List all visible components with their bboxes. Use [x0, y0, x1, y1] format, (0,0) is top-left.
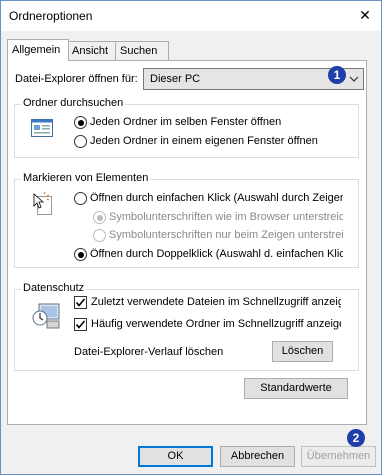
browse-folders-title: Ordner durchsuchen	[21, 97, 126, 109]
recent-files-label: Zuletzt verwendete Dateien im Schnellzug…	[91, 296, 341, 308]
browse-folders-group: Ordner durchsuchen	[14, 97, 359, 158]
single-click-label: Öffnen durch einfachen Klick (Auswahl du…	[90, 192, 343, 204]
checkbox-recent-files[interactable]	[74, 296, 87, 309]
apply-button[interactable]: Übernehmen	[301, 446, 376, 467]
restore-defaults-button[interactable]: Standardwerte	[244, 378, 348, 399]
underline-hover-label: Symbolunterschriften nur beim Zeigen unt…	[109, 229, 343, 241]
double-click-label: Öffnen durch Doppelklick (Auswahl d. ein…	[90, 248, 343, 260]
checkmark-icon	[75, 298, 86, 307]
annotation-badge-1: 1	[328, 66, 346, 84]
clear-history-button[interactable]: Löschen	[272, 341, 333, 362]
tab-search[interactable]: Suchen	[115, 41, 169, 60]
click-items-title: Markieren von Elementen	[21, 172, 151, 184]
explorer-open-value: Dieser PC	[150, 73, 201, 85]
chevron-down-icon	[349, 76, 359, 82]
underline-browser-label: Symbolunterschriften wie im Browser unte…	[109, 211, 343, 223]
frequent-folders-label: Häufig verwendete Ordner im Schnellzugri…	[91, 318, 341, 330]
same-window-icon	[31, 119, 53, 137]
own-window-label: Jeden Ordner in einem eigenen Fenster öf…	[90, 135, 318, 147]
radio-double-click[interactable]	[74, 248, 87, 261]
radio-own-window[interactable]	[74, 135, 87, 148]
radio-same-window[interactable]	[74, 116, 87, 129]
radio-underline-browser[interactable]	[93, 211, 106, 224]
clear-history-label: Datei-Explorer-Verlauf löschen	[74, 346, 224, 358]
close-icon[interactable]: ✕	[357, 7, 373, 23]
window-title: Ordneroptionen	[9, 9, 93, 23]
checkbox-frequent-folders[interactable]	[74, 318, 87, 331]
annotation-badge-2: 2	[347, 429, 365, 447]
checkmark-icon	[75, 320, 86, 329]
radio-single-click[interactable]	[74, 192, 87, 205]
privacy-title: Datenschutz	[21, 282, 87, 294]
title-bar: Ordneroptionen ✕	[1, 1, 381, 31]
folder-options-window: Ordneroptionen ✕ Allgemein Ansicht Suche…	[0, 0, 382, 475]
tab-general[interactable]: Allgemein	[7, 39, 69, 61]
privacy-icon	[32, 303, 60, 329]
tab-view[interactable]: Ansicht	[67, 41, 117, 60]
radio-underline-hover[interactable]	[93, 229, 106, 242]
explorer-open-label: Datei-Explorer öffnen für:	[15, 73, 138, 85]
same-window-label: Jeden Ordner im selben Fenster öffnen	[90, 116, 282, 128]
cancel-button[interactable]: Abbrechen	[220, 446, 295, 467]
ok-button[interactable]: OK	[138, 446, 213, 467]
pointer-click-icon	[33, 192, 52, 215]
